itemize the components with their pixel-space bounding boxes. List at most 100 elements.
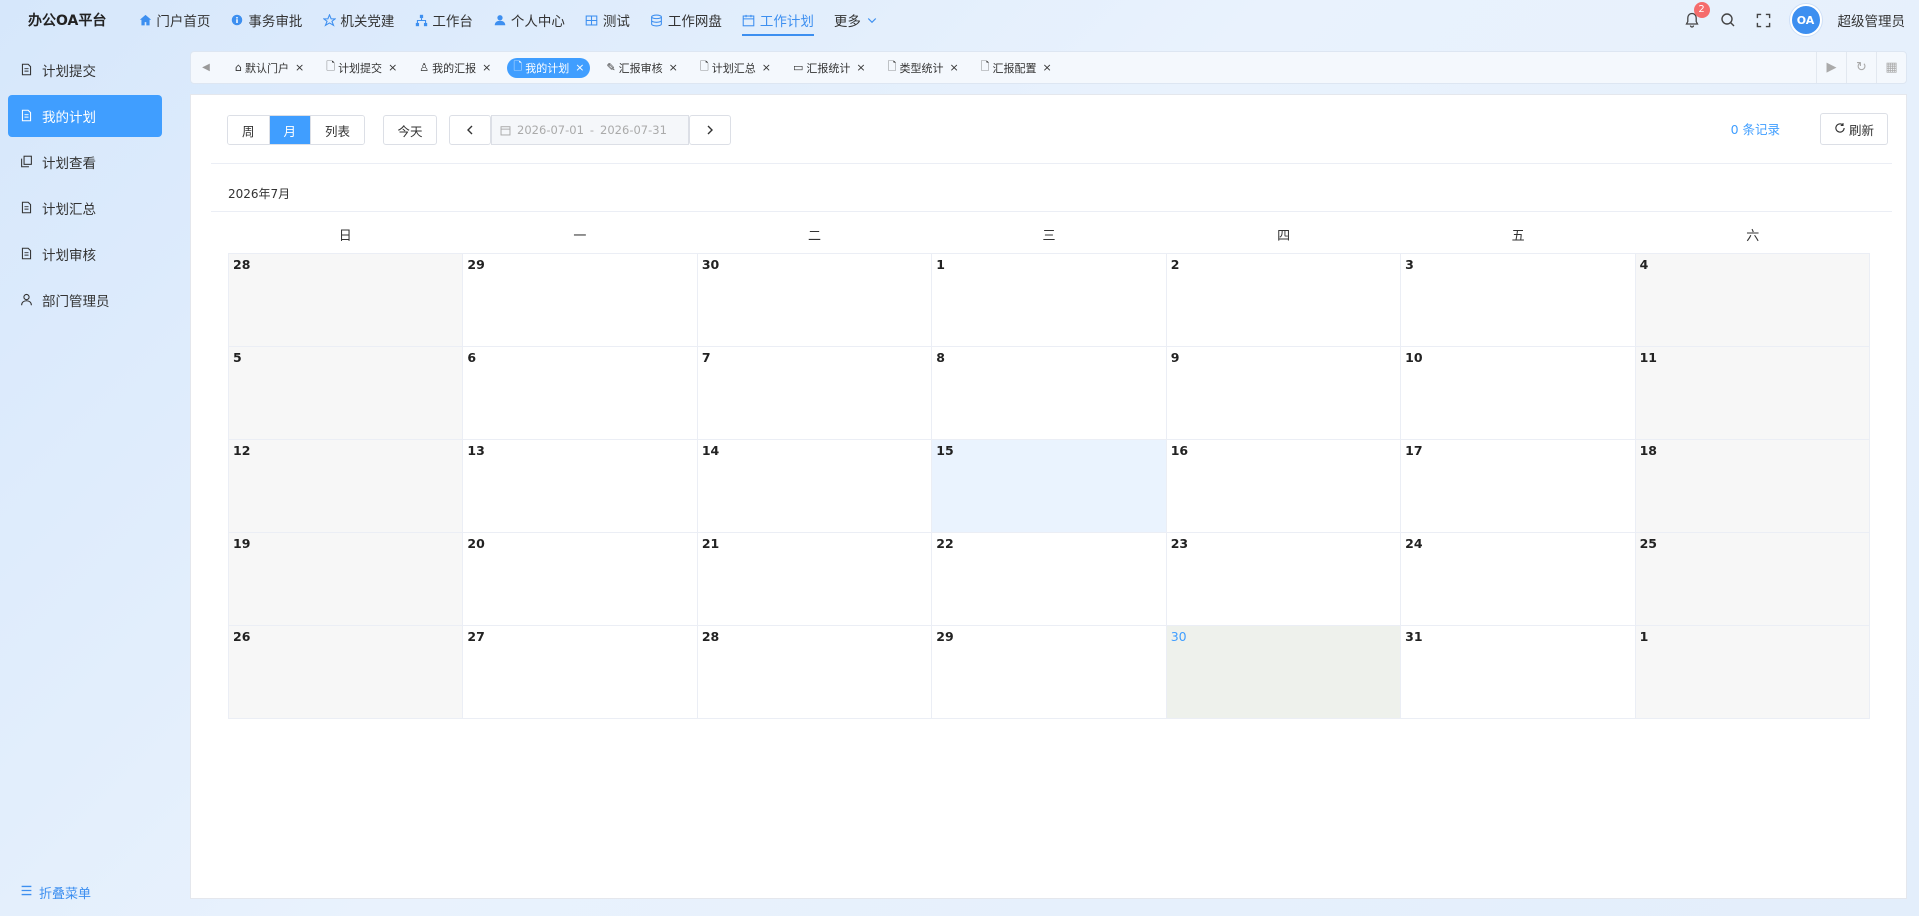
day-cell[interactable]: 28 [697,626,933,719]
refresh-button[interactable]: 刷新 [1820,113,1888,145]
day-cell[interactable]: 13 [463,440,698,533]
document-icon [20,63,34,77]
day-cell[interactable]: 8 [932,347,1167,440]
day-cell[interactable]: 9 [1166,347,1402,440]
close-icon[interactable]: × [1043,61,1052,74]
nav-item-work-plan[interactable]: 工作计划 [732,0,824,40]
nav-item-network-disk[interactable]: 工作网盘 [640,0,732,40]
view-month-button[interactable]: 月 [269,116,312,144]
tab-report-stats[interactable]: ▭ 汇报统计 × [787,58,872,78]
day-cell[interactable]: 12 [229,440,464,533]
sidebar-item-plan-review[interactable]: 计划审核 [8,233,162,275]
nav-item-test[interactable]: 测试 [575,0,640,40]
username[interactable]: 超级管理员 [1838,10,1906,30]
user-icon [493,13,507,27]
tabs-scroll-left-icon[interactable]: ◀ [191,52,221,83]
sidebar-item-label: 我的计划 [42,110,96,126]
sidebar-item-my-plan[interactable]: 我的计划 [8,95,162,137]
day-cell[interactable]: 22 [932,533,1167,626]
day-cell[interactable]: 1 [932,254,1167,347]
tab-type-stats[interactable]: 🗋 类型统计 × [882,58,965,78]
close-icon[interactable]: × [949,61,958,74]
app-logo-title[interactable]: 办公OA平台 [28,10,106,30]
close-icon[interactable]: × [482,61,491,74]
day-cell[interactable]: 27 [463,626,698,719]
day-cell[interactable]: 11 [1635,347,1870,440]
nav-item-workbench[interactable]: 工作台 [404,0,483,40]
nav-item-more[interactable]: 更多 [824,0,889,40]
nav-item-party-building[interactable]: 机关党建 [312,0,404,40]
tab-plan-summary[interactable]: 🗋 计划汇总 × [694,58,777,78]
nav-item-personal-center[interactable]: 个人中心 [483,0,575,40]
day-cell[interactable]: 7 [697,347,933,440]
next-month-button[interactable] [689,115,732,145]
day-cell[interactable]: 14 [697,440,933,533]
close-icon[interactable]: × [856,61,865,74]
database-icon [650,13,664,27]
day-cell[interactable]: 26 [229,626,464,719]
day-cell[interactable]: 17 [1401,440,1636,533]
day-cell[interactable]: 16 [1166,440,1402,533]
avatar[interactable]: OA [1789,4,1822,36]
sidebar-item-plan-summary[interactable]: 计划汇总 [8,187,162,229]
tab-report-config[interactable]: 🗋 汇报配置 × [975,58,1058,78]
tab-my-plan[interactable]: 🗋 我的计划 × [507,57,591,78]
collapse-menu-button[interactable]: 折叠菜单 [20,883,91,902]
info-icon [230,13,244,27]
view-list-button[interactable]: 列表 [311,116,365,144]
nav-item-portal-home[interactable]: 门户首页 [128,0,220,40]
close-icon[interactable]: × [669,61,678,74]
date-range-picker[interactable]: 2026-07-01 - 2026-07-31 [491,115,690,145]
notification-bell[interactable]: 2 [1682,2,1710,30]
day-cell[interactable]: 3 [1401,254,1636,347]
nav-label: 工作网盘 [667,14,722,30]
calendar-icon [742,13,756,27]
close-icon[interactable]: × [388,61,397,74]
day-cell-today[interactable]: 30 [1166,626,1402,719]
day-cell[interactable]: 28 [229,254,464,347]
close-icon[interactable]: × [575,61,584,74]
day-cell-highlighted[interactable]: 15 [932,440,1167,533]
reload-icon[interactable]: ↻ [1846,52,1876,83]
tab-label: 汇报配置 [992,61,1037,75]
nav-label: 机关党建 [340,14,395,30]
prev-month-button[interactable] [449,115,492,145]
sidebar-item-plan-view[interactable]: 计划查看 [8,141,162,183]
tab-plan-submit[interactable]: 🗋 计划提交 × [320,58,403,78]
day-cell[interactable]: 5 [229,347,464,440]
tabs-scroll-right-icon[interactable]: ▶ [1816,52,1846,83]
day-cell[interactable]: 31 [1401,626,1636,719]
day-cell[interactable]: 19 [229,533,464,626]
tab-my-report[interactable]: ♙ 我的汇报 × [413,58,497,78]
tab-report-review[interactable]: ✎ 汇报审核 × [600,58,683,78]
chevron-left-icon [467,125,473,135]
close-icon[interactable]: × [762,61,771,74]
fullscreen-icon[interactable] [1754,10,1774,30]
day-cell[interactable]: 23 [1166,533,1402,626]
day-cell[interactable]: 1 [1635,626,1870,719]
day-cell[interactable]: 4 [1635,254,1870,347]
today-button[interactable]: 今天 [383,115,438,145]
nav-label: 工作计划 [759,14,814,30]
sidebar-item-plan-submit[interactable]: 计划提交 [8,49,162,91]
day-cell[interactable]: 6 [463,347,698,440]
day-cell[interactable]: 29 [463,254,698,347]
view-week-button[interactable]: 周 [228,116,270,144]
weekday-label: 四 [1277,229,1291,244]
day-cell[interactable]: 24 [1401,533,1636,626]
day-cell[interactable]: 21 [697,533,933,626]
day-cell[interactable]: 25 [1635,533,1870,626]
day-cell[interactable]: 18 [1635,440,1870,533]
nav-item-approval[interactable]: 事务审批 [220,0,312,40]
close-icon[interactable]: × [295,61,304,74]
sidebar-item-dept-admin[interactable]: 部门管理员 [8,279,162,321]
apps-grid-icon[interactable]: ▦ [1876,52,1906,83]
tab-default-portal[interactable]: ⌂ 默认门户 × [229,58,310,78]
day-cell[interactable]: 2 [1166,254,1402,347]
day-cell[interactable]: 29 [932,626,1167,719]
weekday-label: 日 [338,229,352,244]
day-cell[interactable]: 20 [463,533,698,626]
day-cell[interactable]: 10 [1401,347,1636,440]
search-icon[interactable] [1718,10,1738,30]
day-cell[interactable]: 30 [697,254,933,347]
